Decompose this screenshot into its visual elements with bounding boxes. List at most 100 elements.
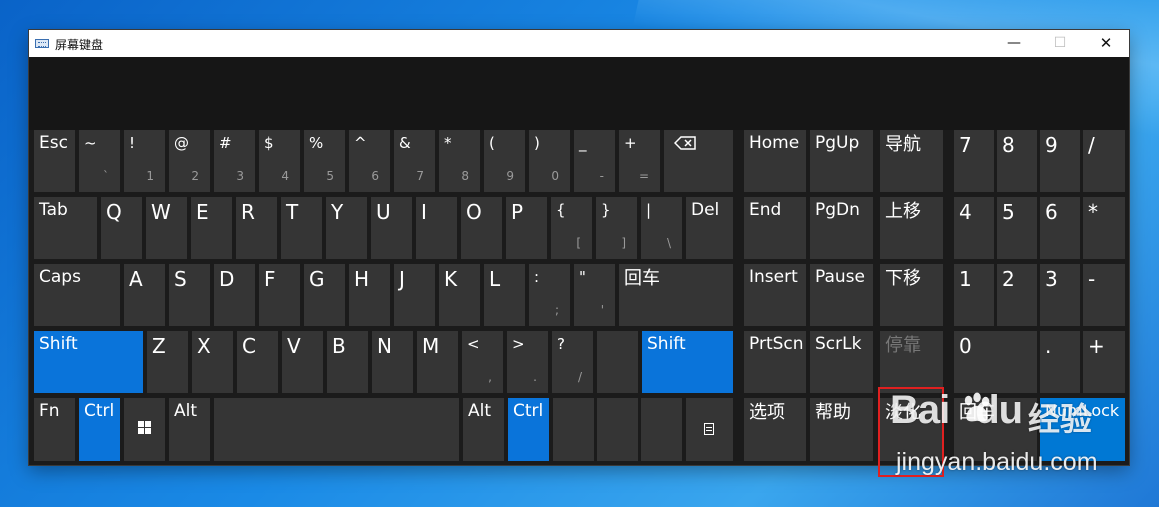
- key-f[interactable]: F: [259, 264, 300, 326]
- key-9[interactable]: ( 9: [484, 130, 525, 192]
- key-tilde[interactable]: ~ `: [79, 130, 120, 192]
- key-right-bracket[interactable]: } ]: [596, 197, 637, 259]
- key-left-bracket[interactable]: { [: [551, 197, 592, 259]
- key-equals[interactable]: + =: [619, 130, 660, 192]
- key-space[interactable]: [214, 398, 459, 461]
- key-navigate[interactable]: 导航: [880, 130, 943, 192]
- key-y[interactable]: Y: [326, 197, 367, 259]
- key-pgup[interactable]: PgUp: [810, 130, 873, 192]
- key-w[interactable]: W: [146, 197, 187, 259]
- key-s[interactable]: S: [169, 264, 210, 326]
- key-end[interactable]: End: [744, 197, 806, 259]
- key-4[interactable]: $ 4: [259, 130, 300, 192]
- numpad-3[interactable]: 3: [1040, 264, 1080, 326]
- numpad-1[interactable]: 1: [954, 264, 994, 326]
- key-0[interactable]: ) 0: [529, 130, 570, 192]
- key-options[interactable]: 选项: [744, 398, 806, 461]
- key-comma[interactable]: < ,: [462, 331, 503, 393]
- key-6[interactable]: ^ 6: [349, 130, 390, 192]
- key-left-ctrl[interactable]: Ctrl: [79, 398, 120, 461]
- key-backspace[interactable]: [664, 130, 733, 192]
- key-move-down[interactable]: 下移: [880, 264, 943, 326]
- key-slash[interactable]: ? /: [552, 331, 593, 393]
- key-menu[interactable]: [686, 398, 733, 461]
- key-pgdn[interactable]: PgDn: [810, 197, 873, 259]
- key-pause[interactable]: Pause: [810, 264, 873, 326]
- key-m[interactable]: M: [417, 331, 458, 393]
- numpad-7[interactable]: 7: [954, 130, 994, 192]
- key-right-alt[interactable]: Alt: [463, 398, 504, 461]
- key-arrow-down[interactable]: [597, 398, 638, 461]
- key-left-shift[interactable]: Shift: [34, 331, 143, 393]
- key-windows[interactable]: [124, 398, 165, 461]
- key-n[interactable]: N: [372, 331, 413, 393]
- numpad-subtract[interactable]: -: [1083, 264, 1125, 326]
- key-enter[interactable]: 回车: [619, 264, 733, 326]
- key-3[interactable]: # 3: [214, 130, 255, 192]
- key-left-alt[interactable]: Alt: [169, 398, 210, 461]
- key-7[interactable]: & 7: [394, 130, 435, 192]
- key-numlock[interactable]: NumLock: [1040, 398, 1125, 461]
- key-dock[interactable]: 停靠: [880, 331, 943, 393]
- key-x[interactable]: X: [192, 331, 233, 393]
- key-v[interactable]: V: [282, 331, 323, 393]
- key-b[interactable]: B: [327, 331, 368, 393]
- key-5[interactable]: % 5: [304, 130, 345, 192]
- numpad-6[interactable]: 6: [1040, 197, 1080, 259]
- key-minus[interactable]: _ -: [574, 130, 615, 192]
- key-insert[interactable]: Insert: [744, 264, 806, 326]
- numpad-4[interactable]: 4: [954, 197, 994, 259]
- numpad-multiply[interactable]: *: [1083, 197, 1125, 259]
- key-right-shift[interactable]: Shift: [642, 331, 733, 393]
- key-z[interactable]: Z: [147, 331, 188, 393]
- key-arrow-up[interactable]: [597, 331, 638, 393]
- numpad-decimal[interactable]: .: [1040, 331, 1080, 393]
- key-c[interactable]: C: [237, 331, 278, 393]
- key-prtscn[interactable]: PrtScn: [744, 331, 806, 393]
- key-2[interactable]: @ 2: [169, 130, 210, 192]
- key-arrow-left[interactable]: [553, 398, 594, 461]
- key-o[interactable]: O: [461, 197, 502, 259]
- key-j[interactable]: J: [394, 264, 435, 326]
- key-period[interactable]: > .: [507, 331, 548, 393]
- key-a[interactable]: A: [124, 264, 165, 326]
- key-q[interactable]: Q: [101, 197, 142, 259]
- key-8[interactable]: * 8: [439, 130, 480, 192]
- key-backslash[interactable]: | \: [641, 197, 682, 259]
- key-1[interactable]: ! 1: [124, 130, 165, 192]
- key-h[interactable]: H: [349, 264, 390, 326]
- key-g[interactable]: G: [304, 264, 345, 326]
- key-del[interactable]: Del: [686, 197, 733, 259]
- key-esc[interactable]: Esc: [34, 130, 75, 192]
- key-help[interactable]: 帮助: [810, 398, 873, 461]
- key-p[interactable]: P: [506, 197, 547, 259]
- title-bar[interactable]: 屏幕键盘 — ☐ ✕: [29, 30, 1129, 57]
- key-l[interactable]: L: [484, 264, 525, 326]
- key-right-ctrl[interactable]: Ctrl: [508, 398, 549, 461]
- numpad-divide[interactable]: /: [1083, 130, 1125, 192]
- key-i[interactable]: I: [416, 197, 457, 259]
- numpad-add[interactable]: +: [1083, 331, 1125, 393]
- close-button[interactable]: ✕: [1083, 30, 1129, 57]
- key-d[interactable]: D: [214, 264, 255, 326]
- key-quote[interactable]: " ': [574, 264, 615, 326]
- key-e[interactable]: E: [191, 197, 232, 259]
- numpad-2[interactable]: 2: [997, 264, 1037, 326]
- numpad-8[interactable]: 8: [997, 130, 1037, 192]
- key-move-up[interactable]: 上移: [880, 197, 943, 259]
- minimize-button[interactable]: —: [991, 30, 1037, 57]
- key-arrow-right[interactable]: [641, 398, 682, 461]
- key-k[interactable]: K: [439, 264, 480, 326]
- numpad-9[interactable]: 9: [1040, 130, 1080, 192]
- maximize-button[interactable]: ☐: [1037, 30, 1083, 57]
- key-u[interactable]: U: [371, 197, 412, 259]
- key-t[interactable]: T: [281, 197, 322, 259]
- numpad-5[interactable]: 5: [997, 197, 1037, 259]
- numpad-0[interactable]: 0: [954, 331, 1037, 393]
- key-scrlk[interactable]: ScrLk: [810, 331, 873, 393]
- key-tab[interactable]: Tab: [34, 197, 97, 259]
- numpad-enter[interactable]: 回车: [954, 398, 1037, 461]
- key-semicolon[interactable]: : ;: [529, 264, 570, 326]
- key-caps[interactable]: Caps: [34, 264, 120, 326]
- key-fn[interactable]: Fn: [34, 398, 75, 461]
